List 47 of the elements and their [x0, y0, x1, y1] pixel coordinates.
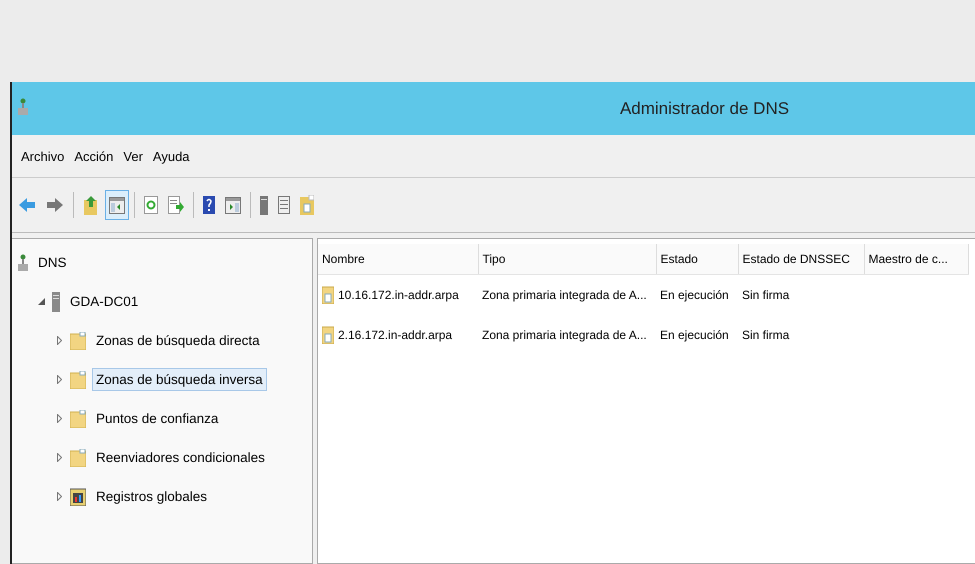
tree-item[interactable]: Registros globales [92, 485, 212, 508]
column-header[interactable]: Tipo [478, 244, 656, 274]
folder-icon [70, 448, 86, 466]
list-icon [278, 195, 290, 215]
table-cell: Sin firma [738, 274, 864, 315]
column-header[interactable]: Nombre [318, 244, 478, 274]
server-icon [52, 292, 60, 312]
toolbar-button[interactable] [105, 190, 129, 220]
tree-item[interactable]: GDA-DC01 [66, 290, 142, 313]
table-cell-text: Zona primaria integrada de A... [481, 327, 648, 344]
tree-item[interactable]: Puntos de confianza [92, 407, 222, 430]
export-list-icon [168, 195, 184, 215]
zone-file-icon [322, 326, 334, 344]
folder-file-icon [300, 195, 314, 215]
column-header[interactable]: Maestro de c... [864, 244, 968, 274]
menu-item[interactable]: Archivo [16, 148, 70, 164]
zone-file-icon [322, 286, 334, 304]
menu-item[interactable]: Ver [118, 148, 148, 164]
tree-item[interactable]: Reenviadores condicionales [92, 446, 269, 469]
folder-icon [70, 370, 86, 388]
records-icon [70, 488, 86, 506]
tree-item[interactable]: Zonas de búsqueda directa [92, 329, 264, 352]
menu-item[interactable]: Ayuda [148, 148, 195, 164]
table-cell-text: Sin firma [741, 327, 790, 344]
folder-icon [70, 410, 86, 428]
window-title: Administrador de DNS [618, 98, 790, 118]
back-arrow-icon [18, 196, 36, 214]
tree-item[interactable]: DNS [34, 251, 71, 274]
action-pane-icon [225, 195, 241, 215]
column-header[interactable]: Estado [656, 244, 738, 274]
help-icon [203, 195, 215, 215]
table-cell: Zona primaria integrada de A... [478, 274, 656, 315]
network-icon [18, 98, 28, 116]
tree-item[interactable]: Zonas de búsqueda inversa [92, 368, 267, 391]
table-cell-text: En ejecución [659, 327, 730, 344]
network-icon [18, 254, 28, 272]
column-header[interactable]: Estado de DNSSEC [738, 244, 864, 274]
folder-up-icon [83, 195, 99, 215]
console-tree-icon [109, 195, 125, 215]
table-cell: En ejecución [656, 274, 738, 315]
menu-item[interactable]: Acción [69, 148, 118, 164]
forward-arrow-icon [46, 196, 64, 214]
refresh-icon [144, 195, 158, 215]
zone-name[interactable]: 2.16.172.in-addr.arpa [338, 328, 452, 342]
folder-icon [70, 332, 86, 350]
zone-name[interactable]: 10.16.172.in-addr.arpa [338, 288, 459, 302]
server-icon [260, 195, 268, 215]
